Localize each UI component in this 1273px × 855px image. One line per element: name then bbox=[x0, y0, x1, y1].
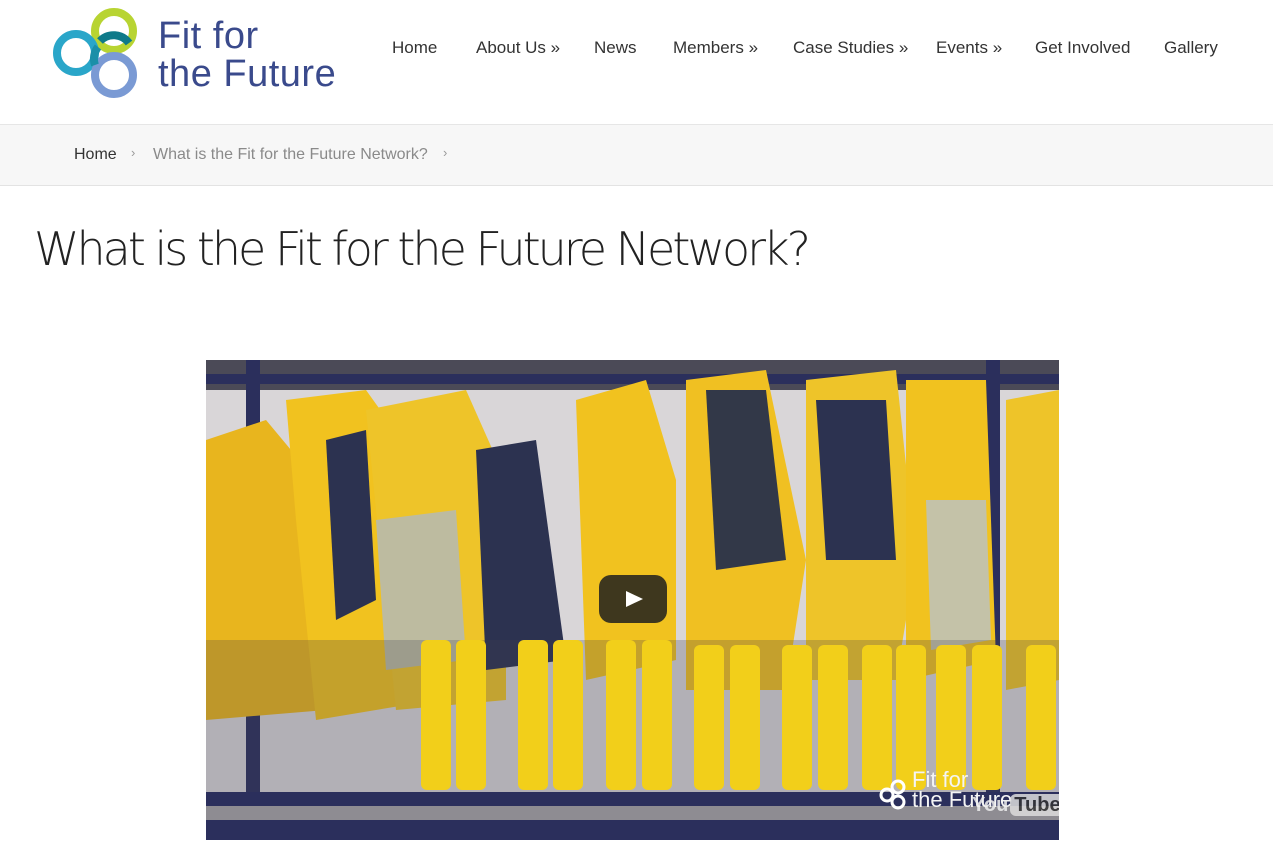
nav-item-home[interactable]: Home bbox=[392, 38, 437, 58]
nav-item-about-us[interactable]: About Us » bbox=[476, 38, 560, 58]
nav-item-members[interactable]: Members » bbox=[673, 38, 758, 58]
breadcrumb-chevron-icon: › bbox=[131, 145, 136, 160]
site-logo[interactable]: Fit for the Future bbox=[50, 5, 370, 105]
watermark-rings-icon bbox=[879, 779, 906, 810]
nav-item-get-involved[interactable]: Get Involved bbox=[1035, 38, 1130, 58]
breadcrumb-home-link[interactable]: Home bbox=[74, 146, 117, 164]
logo-rings-icon bbox=[53, 8, 137, 98]
logo-line-1: Fit for bbox=[158, 15, 259, 57]
play-button-icon[interactable] bbox=[599, 575, 667, 623]
youtube-logo-icon[interactable]: You Tube bbox=[972, 794, 1059, 817]
nav-item-events[interactable]: Events » bbox=[936, 38, 1002, 58]
breadcrumb: Home › What is the Fit for the Future Ne… bbox=[0, 124, 1273, 186]
site-header: Fit for the Future Home About Us » News … bbox=[0, 0, 1273, 124]
nav-item-news[interactable]: News bbox=[594, 38, 637, 58]
nav-item-case-studies[interactable]: Case Studies » bbox=[793, 38, 908, 58]
youtube-tube: Tube bbox=[1010, 794, 1059, 816]
youtube-you: You bbox=[972, 794, 1009, 816]
logo-wordmark: Fit for the Future bbox=[158, 17, 336, 93]
logo-line-2: the Future bbox=[158, 53, 337, 95]
breadcrumb-current: What is the Fit for the Future Network? bbox=[153, 146, 428, 163]
page-title: What is the Fit for the Future Network? bbox=[34, 222, 811, 276]
video-player[interactable]: Fit for the Future You Tube bbox=[206, 360, 1059, 840]
nav-item-gallery[interactable]: Gallery bbox=[1164, 38, 1218, 58]
breadcrumb-chevron-icon: › bbox=[443, 145, 448, 160]
